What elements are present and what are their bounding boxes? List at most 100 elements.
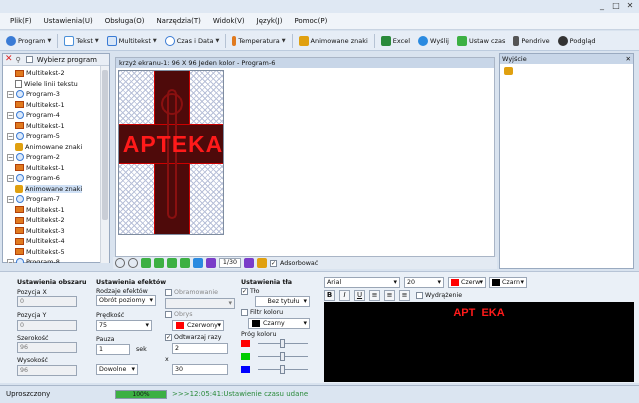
background-select[interactable]: Bez tytułu	[255, 296, 310, 307]
menu-plik[interactable]: Plik(F)	[10, 17, 32, 25]
tree-item[interactable]: Multitekst-4	[15, 236, 65, 246]
tree-item[interactable]: Multitekst-2	[15, 215, 65, 225]
menu-narzedzia[interactable]: Narzędzia(T)	[156, 17, 200, 25]
tree-item[interactable]: − Program-5	[7, 131, 60, 141]
align-left-icon[interactable]: ≡	[369, 290, 380, 301]
pause-field[interactable]: 1	[96, 344, 130, 355]
expand-toggle-icon[interactable]: −	[7, 111, 14, 119]
expand-toggle-icon[interactable]: −	[7, 258, 14, 263]
menu-jezyk[interactable]: Język(J)	[257, 17, 283, 25]
tree-item[interactable]: Multitekst-5	[15, 247, 65, 257]
background-color-select[interactable]: Czarn	[489, 277, 527, 288]
tree-item[interactable]: Multitekst-2	[15, 68, 65, 78]
zoom-out-icon[interactable]	[128, 258, 138, 268]
temperature-button[interactable]: Temperatura ▼	[230, 33, 287, 49]
height-field[interactable]: 96	[17, 365, 77, 376]
tree-item[interactable]: Multitekst-1	[15, 163, 65, 173]
tree-scrollbar[interactable]	[100, 66, 109, 263]
excel-button[interactable]: Excel	[379, 33, 412, 49]
border-style-select[interactable]	[165, 298, 235, 309]
order-select[interactable]: Dowolne	[96, 364, 138, 375]
color-filter-checkbox[interactable]	[241, 309, 248, 316]
threshold-slider-thumb[interactable]	[280, 339, 285, 348]
maximize-button[interactable]: □	[610, 1, 622, 11]
arrow-right-icon[interactable]	[154, 258, 164, 268]
next-page-icon[interactable]	[244, 258, 254, 268]
tree-item[interactable]: Multitekst-1	[15, 100, 65, 110]
menu-pomoc[interactable]: Pomoc(P)	[294, 17, 327, 25]
pendrive-button[interactable]: Pendrive	[511, 33, 551, 49]
font-family-select[interactable]: Arial	[324, 277, 400, 288]
expand-toggle-icon[interactable]: −	[7, 132, 14, 140]
tree-item[interactable]: Multitekst-1	[15, 205, 65, 215]
animated-signs-button[interactable]: Animowane znaki	[297, 33, 370, 49]
menu-widok[interactable]: Widok(V)	[213, 17, 245, 25]
tree-item[interactable]: Multitekst-3	[15, 226, 65, 236]
align-right-icon[interactable]: ≡	[399, 290, 410, 301]
send-button[interactable]: Wyślij	[416, 33, 451, 49]
led-screen-canvas[interactable]: APTEKA	[118, 70, 224, 235]
width-field[interactable]: 96	[17, 342, 77, 353]
delete-icon[interactable]: ✕	[5, 55, 13, 64]
align-center-icon[interactable]: ≡	[384, 290, 395, 301]
previous-page-icon[interactable]	[206, 258, 216, 268]
tree-item[interactable]: − Program-4	[7, 110, 60, 120]
zoom-in-icon[interactable]	[115, 258, 125, 268]
tree-item[interactable]: − Program-7	[7, 194, 60, 204]
program-button[interactable]: Program ▼	[4, 33, 53, 49]
text-color-select[interactable]: Czerw	[448, 277, 486, 288]
border-checkbox[interactable]	[165, 289, 172, 296]
tree-item[interactable]: Animowane znaki	[15, 184, 83, 194]
tree-scrollbar-thumb[interactable]	[102, 70, 108, 220]
underline-button[interactable]: U	[354, 290, 365, 301]
search-icon[interactable]: ⚲	[16, 56, 21, 64]
tree-item[interactable]: Animowane znaki	[15, 142, 82, 152]
position-y-field[interactable]: 0	[17, 320, 77, 331]
filter-color-select[interactable]: Czarny	[248, 318, 310, 329]
close-button[interactable]: ✕	[624, 1, 636, 11]
tree-item[interactable]: Multitekst-1	[15, 121, 65, 131]
hollow-text-checkbox[interactable]	[416, 292, 423, 299]
text-preview-area[interactable]: APT EKA	[324, 302, 634, 382]
font-size-select[interactable]: 20	[404, 277, 444, 288]
expand-toggle-icon[interactable]: −	[7, 174, 14, 182]
repeat-count-field[interactable]: 2	[172, 343, 228, 354]
threshold-slider-thumb[interactable]	[280, 352, 285, 361]
expand-toggle-icon[interactable]: −	[7, 153, 14, 161]
bold-button[interactable]: B	[324, 290, 335, 301]
tree-item[interactable]: − Program-8	[7, 257, 60, 263]
output-item-icon[interactable]	[504, 67, 513, 75]
outline-checkbox[interactable]	[165, 311, 172, 318]
background-checkbox[interactable]: ✓	[241, 288, 248, 295]
preview-button[interactable]: Podgląd	[556, 33, 598, 49]
arrow-up-icon[interactable]	[167, 258, 177, 268]
tree-item[interactable]: Wiele linii tekstu	[15, 79, 78, 89]
position-x-field[interactable]: 0	[17, 296, 77, 307]
arrow-down-icon[interactable]	[180, 258, 190, 268]
menu-ustawienia[interactable]: Ustawienia(U)	[44, 17, 93, 25]
arrow-left-icon[interactable]	[141, 258, 151, 268]
threshold-slider-thumb[interactable]	[280, 365, 285, 374]
tree-item[interactable]: − Program-6	[7, 173, 60, 183]
snap-checkbox[interactable]: ✓	[270, 259, 277, 267]
output-panel-close-icon[interactable]: ✕	[626, 54, 631, 64]
speed-select[interactable]: 75	[96, 320, 152, 331]
grid-settings-icon[interactable]	[257, 258, 267, 268]
effect-type-select[interactable]: Obrót poziomy	[96, 295, 156, 306]
expand-toggle-icon[interactable]: −	[7, 195, 14, 203]
tree-item[interactable]: − Program-2	[7, 152, 60, 162]
move-icon[interactable]	[193, 258, 203, 268]
select-program-checkbox[interactable]	[25, 56, 33, 63]
outline-color-select[interactable]: Czerwony	[172, 320, 224, 331]
text-button[interactable]: Tekst ▼	[62, 33, 100, 49]
tree-item[interactable]: − Program-3	[7, 89, 60, 99]
set-time-button[interactable]: Ustaw czas	[455, 33, 507, 49]
minimize-button[interactable]: _	[596, 1, 608, 11]
menu-obsluga[interactable]: Obsługa(O)	[105, 17, 145, 25]
repeat-total-field[interactable]: 30	[172, 364, 228, 375]
italic-button[interactable]: I	[339, 290, 350, 301]
expand-toggle-icon[interactable]: −	[7, 90, 14, 98]
repeat-checkbox[interactable]: ✓	[165, 334, 172, 341]
multitext-button[interactable]: Multitekst ▼	[105, 33, 159, 49]
time-date-button[interactable]: Czas i Data ▼	[163, 33, 222, 49]
